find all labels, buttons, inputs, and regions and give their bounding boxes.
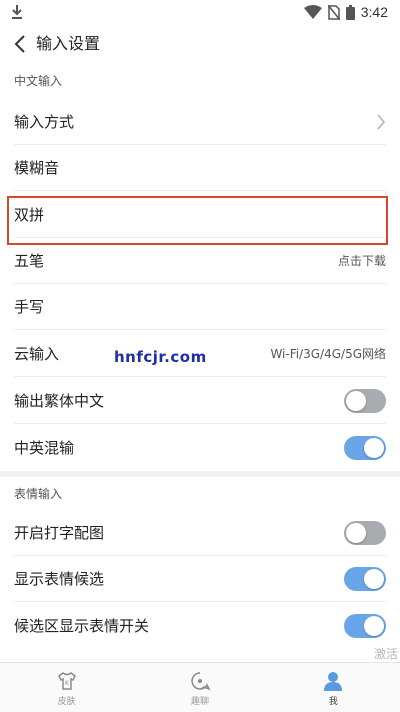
watermark-text: hnfcjr.com (114, 348, 207, 366)
emoji-candidates-toggle[interactable] (344, 567, 386, 591)
highlight-box (7, 196, 388, 245)
status-time: 3:42 (360, 4, 388, 20)
divider (14, 190, 386, 191)
tab-label: 皮肤 (57, 697, 76, 707)
page-title: 输入设置 (36, 34, 101, 53)
candidate-emoji-toggle[interactable] (344, 614, 386, 638)
row-handwriting[interactable]: 手写 (0, 284, 400, 330)
row-mixed-input: 中英混输 (0, 425, 400, 471)
chevron-right-icon (377, 114, 386, 130)
tab-skins[interactable]: K 皮肤 (0, 663, 133, 712)
row-label: 输入方式 (14, 113, 75, 131)
user-icon (324, 672, 343, 691)
tab-chat[interactable]: 趣聊 (133, 663, 266, 712)
row-label: 开启打字配图 (14, 524, 105, 542)
cloud-input-value: Wi-Fi/3G/4G/5G网络 (270, 347, 386, 361)
mixed-input-toggle[interactable] (344, 436, 386, 460)
row-label: 输出繁体中文 (14, 392, 105, 410)
row-traditional-chinese: 输出繁体中文 (0, 378, 400, 424)
toggle-knob (364, 438, 384, 458)
toggle-knob (346, 523, 366, 543)
tab-label: 趣聊 (190, 697, 209, 707)
tshirt-icon: K (57, 672, 76, 690)
status-bar: 3:42 (0, 0, 400, 24)
download-icon (12, 5, 22, 19)
divider (14, 601, 386, 602)
typing-pictures-toggle[interactable] (344, 521, 386, 545)
svg-text:K: K (65, 680, 70, 687)
top-bar: 输入设置 (0, 24, 400, 64)
toggle-knob (364, 616, 384, 636)
row-label: 五笔 (14, 252, 45, 270)
battery-icon (345, 4, 355, 20)
divider (14, 376, 386, 377)
section-header-chinese: 中文输入 (14, 74, 63, 88)
traditional-toggle[interactable] (344, 389, 386, 413)
toggle-knob (364, 569, 384, 589)
row-label: 候选区显示表情开关 (14, 617, 150, 635)
row-label: 云输入 (14, 345, 60, 363)
toggle-knob (346, 391, 366, 411)
tab-me[interactable]: 我 (267, 663, 400, 712)
download-link[interactable]: 点击下载 (338, 253, 386, 269)
row-label: 模糊音 (14, 159, 60, 177)
row-emoji-candidates: 显示表情候选 (0, 556, 400, 602)
divider (14, 329, 386, 330)
row-input-method[interactable]: 输入方式 (0, 99, 400, 145)
bottom-tab-bar: K 皮肤 趣聊 我 (0, 662, 400, 712)
row-label: 手写 (14, 298, 45, 316)
row-label: 显示表情候选 (14, 570, 105, 588)
row-label: 中英混输 (14, 439, 75, 457)
tab-label: 我 (328, 697, 338, 707)
section-header-emoji: 表情输入 (14, 487, 63, 501)
wifi-icon (303, 5, 322, 19)
divider (14, 423, 386, 424)
chevron-left-icon (14, 35, 25, 53)
chat-bubble-icon (191, 672, 211, 691)
activation-line-1: 激活 (374, 647, 399, 661)
no-sim-icon (327, 4, 340, 20)
row-typing-pictures: 开启打字配图 (0, 510, 400, 556)
row-fuzzy-pinyin[interactable]: 模糊音 (0, 145, 400, 191)
back-button[interactable] (8, 32, 32, 56)
row-candidate-emoji-switch: 候选区显示表情开关 (0, 603, 400, 649)
